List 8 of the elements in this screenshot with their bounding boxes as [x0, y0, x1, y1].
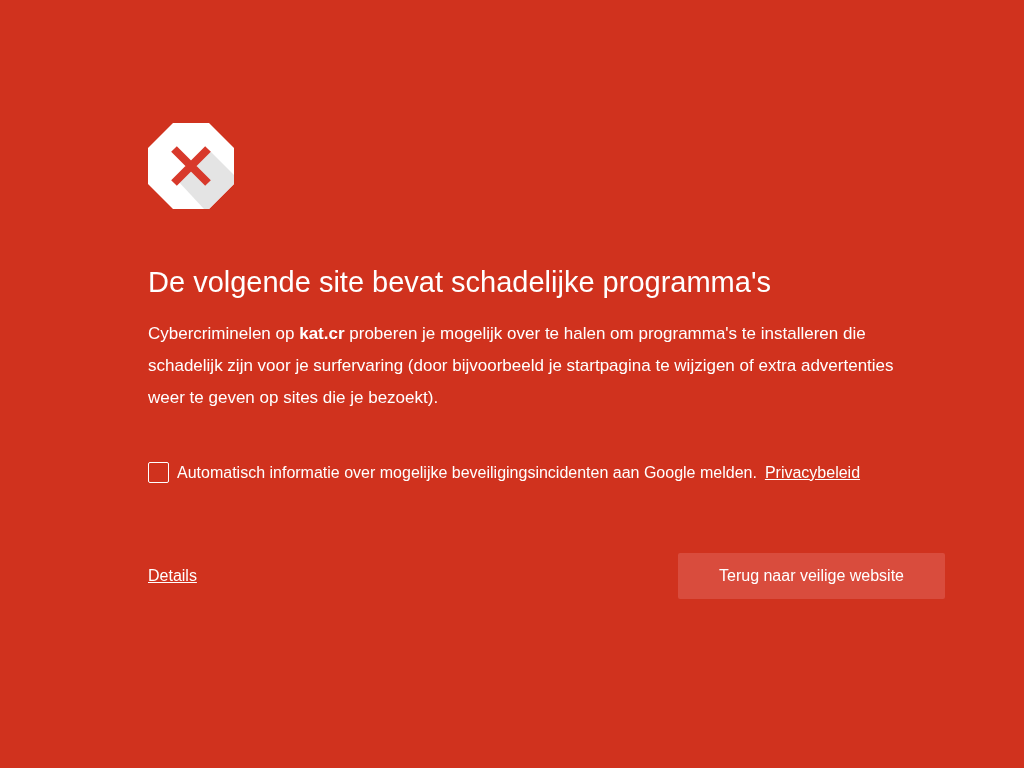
report-checkbox[interactable]	[148, 462, 169, 484]
details-link[interactable]: Details	[148, 563, 197, 588]
privacy-link[interactable]: Privacybeleid	[764, 460, 861, 485]
page-heading: De volgende site bevat schadelijke programma's	[148, 265, 772, 300]
report-label: Automatisch informatie over mogelijke beveiligingsincidenten aan Google melden.	[177, 462, 757, 483]
explanation-text: Cybercriminelen op kat.cr proberen je mogelijk over te halen om programma's te installeren die schadelijk zijn voor je surfervaring (door bijvoorbeeld je startpagina te wijzigen of extra advertenties weer te geven op sites die je bezoekt).	[148, 322, 895, 409]
back-button[interactable]: Terug naar veilige website	[678, 552, 945, 599]
warning-icon	[148, 123, 234, 209]
